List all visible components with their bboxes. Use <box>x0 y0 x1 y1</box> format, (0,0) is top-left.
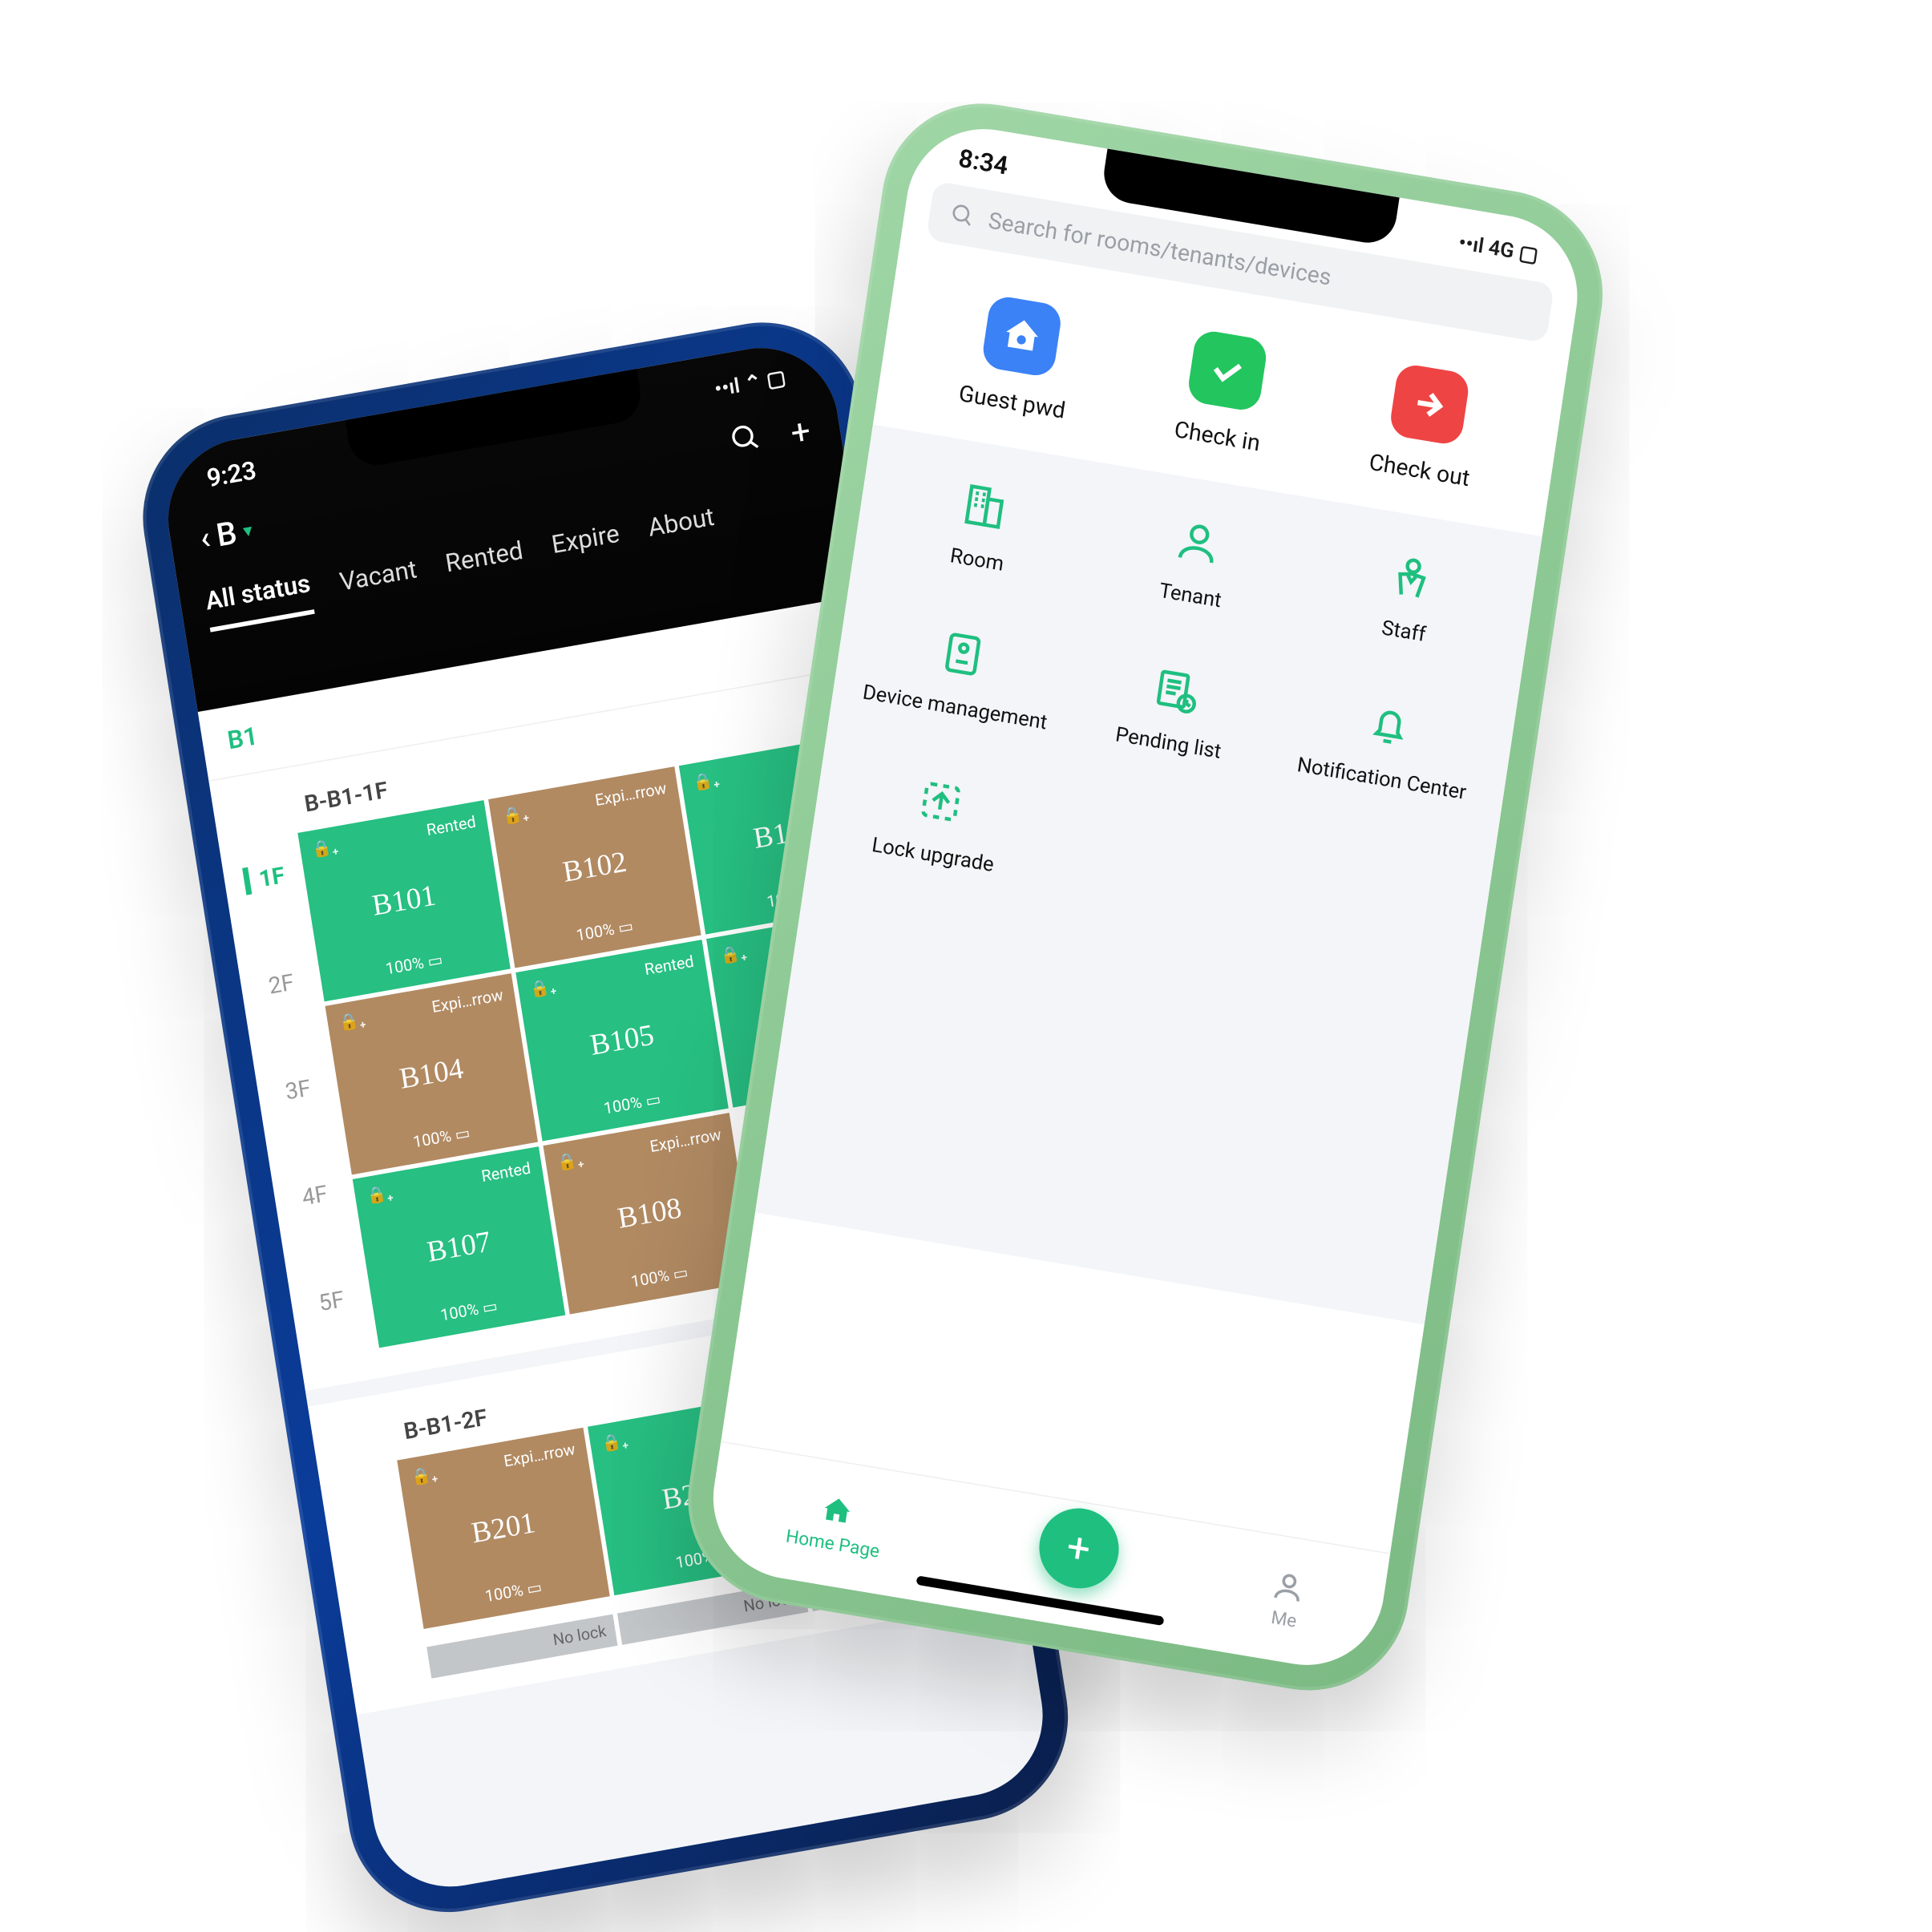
floor-4f[interactable]: 4F <box>300 1179 329 1211</box>
room-cell[interactable]: 🔒₊Expi…rrowB104100% ▭ <box>325 973 538 1174</box>
back-icon[interactable]: ‹ <box>197 519 212 557</box>
floor-title-2: B-B1-2F <box>402 1403 489 1445</box>
room-cell[interactable]: 🔒₊Expi…rrowB102100% ▭ <box>488 766 701 968</box>
room-name: B104 <box>347 1043 516 1105</box>
check-in-button[interactable]: Check in <box>1173 327 1275 456</box>
floor-1f[interactable]: 1F <box>242 861 286 895</box>
fab-add-button[interactable]: + <box>1033 1502 1124 1594</box>
lock-icon: 🔒₊ <box>501 804 530 827</box>
lock-icon: 🔒₊ <box>719 944 748 966</box>
menu-lock-upgrade[interactable]: Lock upgrade <box>830 757 1046 884</box>
room-name: B105 <box>538 1009 707 1072</box>
room-status: Expi…rrow <box>503 1441 576 1471</box>
room-cell[interactable]: 🔒₊ Rented B107 100% ▭ <box>353 1146 565 1348</box>
staff-icon <box>1380 545 1445 611</box>
floor-5f[interactable]: 5F <box>317 1285 346 1316</box>
lock-icon: 🔒₊ <box>410 1465 439 1488</box>
menu-tenant[interactable]: Tenant <box>1088 497 1304 624</box>
status-time: 8:34 <box>956 145 1009 181</box>
room-name: B102 <box>510 836 679 899</box>
building-icon <box>952 474 1017 540</box>
chevron-down-icon[interactable]: ▾ <box>241 519 253 542</box>
bell-icon <box>1357 693 1422 758</box>
room-status: Expi…rrow <box>649 1126 722 1157</box>
floor-3f[interactable]: 3F <box>283 1073 313 1105</box>
nav-me[interactable]: Me <box>1266 1567 1308 1632</box>
tab-expire[interactable]: Expire <box>550 520 624 572</box>
check-icon <box>1186 329 1268 413</box>
tab-all-status[interactable]: All status <box>204 570 315 633</box>
device-icon <box>931 621 996 687</box>
room-status: Rented <box>644 953 696 980</box>
tab-vacant[interactable]: Vacant <box>337 556 420 608</box>
menu-grid: RoomTenantStaff Device managementPending … <box>830 462 1517 956</box>
room-name: B101 <box>320 870 489 932</box>
room-status: Expi…rrow <box>430 987 504 1017</box>
menu-pending-list[interactable]: Pending list <box>1065 645 1282 772</box>
lock-icon: 🔒₊ <box>528 977 557 1000</box>
room-battery: 100% ▭ <box>386 1287 552 1334</box>
lock-icon: 🔒₊ <box>600 1432 629 1454</box>
menu-staff[interactable]: Staff <box>1301 533 1518 661</box>
home-icon <box>818 1492 857 1531</box>
lock-icon: 🔒₊ <box>366 1184 394 1206</box>
person-icon <box>1166 510 1231 576</box>
guest-pwd-button[interactable]: Guest pwd <box>957 291 1081 423</box>
add-icon[interactable]: + <box>788 411 814 454</box>
lock-icon: 🔒₊ <box>692 770 721 793</box>
phone-green-frame: 8:34 ••ıl 4G ▢ Search for rooms/tenants/… <box>674 88 1617 1706</box>
room-cell[interactable]: 🔒₊RentedB101100% ▭ <box>297 800 510 1001</box>
arrow-right-icon <box>1388 362 1470 447</box>
floor-title: B-B1-1F <box>302 776 390 818</box>
building-selector[interactable]: B <box>214 514 240 555</box>
pending-icon <box>1144 657 1209 723</box>
tab-rented[interactable]: Rented <box>443 537 527 590</box>
lock-icon: 🔒₊ <box>338 1011 367 1033</box>
status-icons: ••ıl 4G ▢ <box>1457 231 1540 268</box>
menu-notification-center[interactable]: Notification Center <box>1279 681 1495 808</box>
floor-2f[interactable]: 2F <box>267 968 297 1000</box>
menu-room[interactable]: Room <box>874 462 1090 589</box>
menu-device-management[interactable]: Device management <box>852 609 1069 737</box>
building-label[interactable]: B1 <box>226 722 261 756</box>
room-name: B108 <box>565 1182 734 1245</box>
lock-icon: 🔒₊ <box>556 1150 585 1173</box>
upgrade-icon <box>908 769 973 835</box>
room-status: Expi…rrow <box>594 780 668 810</box>
room-name: B107 <box>374 1216 544 1279</box>
room-status: Rented <box>426 814 478 840</box>
room-name: B201 <box>419 1497 588 1559</box>
check-out-button[interactable]: Check out <box>1368 360 1485 491</box>
nav-home[interactable]: Home Page <box>785 1486 887 1562</box>
house-search-icon <box>980 294 1063 378</box>
search-icon <box>948 201 976 230</box>
room-status: Rented <box>480 1160 532 1186</box>
search-icon[interactable] <box>728 420 766 465</box>
person-icon <box>1269 1567 1308 1607</box>
lock-icon: 🔒₊ <box>311 838 340 860</box>
room-cell[interactable]: 🔒₊ Expi…rrow B201 100% ▭ <box>397 1428 609 1629</box>
room-battery: 100% ▭ <box>430 1569 597 1615</box>
room-cell[interactable]: 🔒₊RentedB105100% ▭ <box>515 940 728 1141</box>
tab-about[interactable]: About <box>646 503 718 555</box>
